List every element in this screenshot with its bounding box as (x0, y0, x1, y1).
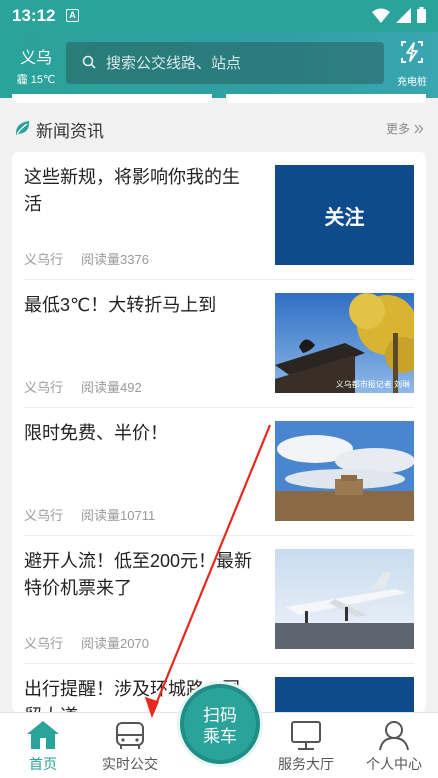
news-item[interactable]: 避开人流！低至200元！最新特价机票来了 义乌行 阅读量2070 (12, 536, 426, 664)
news-thumbnail: 义乌都市报记者 刘琳 (275, 293, 414, 393)
battery-icon (417, 7, 426, 23)
news-headline: 避开人流！低至200元！最新特价机票来了 (24, 551, 253, 598)
search-bar[interactable] (66, 42, 384, 84)
charging-station-button[interactable]: 充电桩 (390, 38, 434, 88)
news-thumbnail (275, 421, 414, 521)
scan-label-line1: 扫码 (203, 706, 237, 725)
desert-fort-photo (275, 421, 414, 521)
city-name: 义乌 (19, 50, 52, 67)
tab-profile-label: 个人中心 (366, 756, 422, 772)
more-label: 更多 (385, 122, 410, 136)
airplane-photo (275, 549, 414, 649)
news-source: 义乌行 (24, 508, 64, 523)
temple-photo (275, 293, 414, 393)
news-source: 义乌行 (24, 380, 64, 395)
charging-label: 充电桩 (397, 77, 427, 88)
signal-icon (396, 7, 411, 23)
tab-profile[interactable]: 个人中心 (354, 713, 434, 778)
status-icons (372, 7, 426, 23)
charging-icon (401, 41, 423, 63)
double-chevron-right-icon (414, 124, 424, 133)
news-thumbnail: 关注 (275, 165, 414, 265)
news-section-title: 新闻资讯 (36, 122, 104, 141)
tab-home[interactable]: 首页 (3, 713, 83, 778)
tab-realtime-bus-label: 实时公交 (102, 756, 158, 772)
bus-icon (116, 722, 144, 749)
home-icon (27, 721, 59, 749)
scan-to-ride-button[interactable]: 扫码 乘车 (180, 684, 260, 764)
sim-icon: A (66, 9, 79, 22)
tab-realtime-bus[interactable]: 实时公交 (90, 713, 170, 778)
news-thumbnail (275, 677, 414, 712)
news-meta: 义乌行 阅读量10711 (24, 505, 155, 524)
news-reads: 阅读量3376 (81, 252, 149, 267)
tab-home-label: 首页 (29, 756, 57, 772)
news-section-header: 新闻资讯 更多 (0, 108, 438, 148)
news-source: 义乌行 (24, 636, 64, 651)
user-icon (379, 721, 409, 751)
news-item[interactable]: 这些新规，将影响你我的生活 义乌行 阅读量3376 关注 (12, 152, 426, 280)
news-meta: 义乌行 阅读量2070 (24, 633, 149, 652)
news-headline: 这些新规，将影响你我的生活 (24, 167, 240, 214)
search-icon (82, 55, 96, 69)
scan-label-line2: 乘车 (203, 727, 237, 746)
city-weather[interactable]: 义乌 霾 15℃ (12, 44, 60, 87)
card-peek-left (12, 94, 212, 103)
thumbnail-text: 关注 (324, 207, 365, 229)
wifi-icon (372, 8, 390, 23)
news-reads: 阅读量2070 (81, 636, 149, 651)
monitor-icon (291, 721, 321, 750)
news-list: 这些新规，将影响你我的生活 义乌行 阅读量3376 关注 最低3℃！大转折马上到 … (12, 152, 426, 712)
news-item[interactable]: 最低3℃！大转折马上到 义乌行 阅读量492 义乌都市报记者 刘琳 (12, 280, 426, 408)
leaf-icon (15, 121, 30, 135)
card-peek-right (226, 94, 426, 103)
more-news-link[interactable]: 更多 (386, 120, 424, 137)
news-meta: 义乌行 阅读量3376 (24, 249, 149, 268)
news-reads: 阅读量492 (81, 380, 142, 395)
news-reads: 阅读量10711 (81, 508, 156, 523)
news-source: 义乌行 (24, 252, 64, 267)
news-headline: 限时免费、半价！ (24, 423, 168, 443)
tab-service-hall[interactable]: 服务大厅 (266, 713, 346, 778)
status-bar: 13:12 A (0, 0, 438, 32)
tab-service-hall-label: 服务大厅 (278, 756, 334, 772)
app-header: 义乌 霾 15℃ 充电桩 (0, 32, 438, 98)
news-thumbnail (275, 549, 414, 649)
news-meta: 义乌行 阅读量492 (24, 377, 142, 396)
search-input[interactable] (106, 52, 366, 74)
news-headline: 最低3℃！大转折马上到 (24, 295, 217, 315)
status-time: 13:12 (12, 6, 56, 25)
photo-caption: 义乌都市报记者 刘琳 (335, 380, 410, 389)
news-item[interactable]: 限时免费、半价！ 义乌行 阅读量10711 (12, 408, 426, 536)
weather-text: 霾 15℃ (16, 74, 56, 86)
